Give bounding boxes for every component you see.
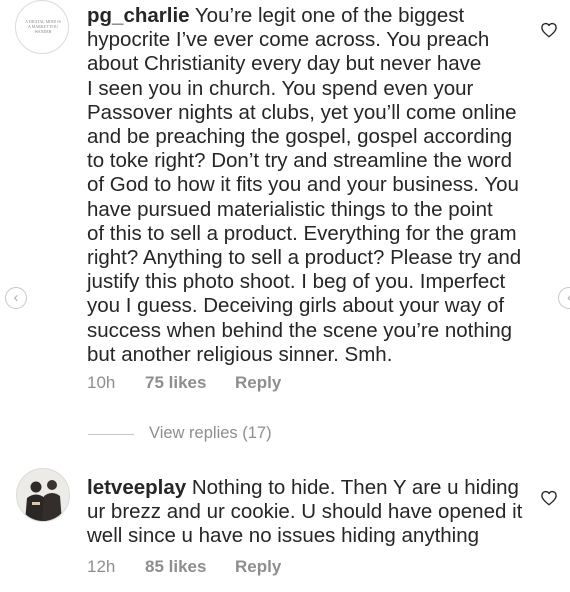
comment-line: Nothing to hide. Then Y are u hiding (186, 476, 519, 499)
username-link[interactable]: letveeplay (87, 476, 186, 499)
comment-line: you I guess. Deceiving girls about your … (87, 294, 505, 318)
heart-outline-icon[interactable] (540, 489, 558, 507)
comment-letveeplay: letveeplay Nothing to hide. Then Y are u… (0, 465, 570, 592)
avatar[interactable] (16, 468, 70, 522)
comment-line: I seen you in church. You spend even you… (87, 76, 474, 100)
comment-line: ur brezz and ur cookie. U should have op… (87, 500, 523, 524)
avatar-photo (17, 469, 69, 521)
username-link[interactable]: pg_charlie (87, 4, 190, 27)
likes-count[interactable]: 75 likes (145, 373, 206, 393)
comment-pg-charlie: A DIGITAL MIND IS A MARKET YOU WANDER pg… (0, 0, 570, 400)
view-replies-button[interactable]: View replies (17) (88, 424, 328, 444)
comment-meta: 12h 85 likes Reply (87, 557, 387, 579)
likes-count[interactable]: 85 likes (145, 557, 206, 577)
comment-meta: 10h 75 likes Reply (87, 373, 387, 395)
comment-line: Passover nights at clubs, yet you’ll com… (87, 100, 517, 124)
comment-line: well since u have no issues hiding anyth… (87, 524, 480, 548)
comment-line: but another religious sinner. Smh. (87, 342, 393, 366)
avatar[interactable]: A DIGITAL MIND IS A MARKET YOU WANDER (15, 0, 69, 54)
comment-line: have pursued materialistic things to the… (87, 197, 493, 221)
heart-outline-icon[interactable] (540, 21, 558, 39)
comment-line: of this to sell a product. Everything fo… (87, 221, 517, 245)
comment-line: justify this photo shoot. I beg of you. … (87, 270, 506, 294)
comment-text: letveeplay Nothing to hide. Then Y are u… (87, 476, 522, 549)
timestamp: 10h (87, 373, 116, 392)
comment-line: hypocrite I’ve ever come across. You pre… (87, 28, 490, 52)
comment-line: of God to how it fits you and your busin… (87, 173, 519, 197)
view-replies-label: View replies (17) (149, 424, 272, 442)
comment-line: right? Anything to sell a product? Pleas… (87, 246, 522, 270)
timestamp: 12h (87, 557, 116, 576)
reply-button[interactable]: Reply (235, 373, 281, 393)
reply-button[interactable]: Reply (235, 557, 281, 577)
avatar-logo-text: A DIGITAL MIND IS A MARKET YOU WANDER (25, 19, 61, 34)
comment-text: pg_charlie You’re legit one of the bigge… (87, 4, 521, 367)
comment-line: to toke right? Don’t try and streamline … (87, 149, 513, 173)
comment-line: about Christianity every day but never h… (87, 52, 482, 76)
comment-line: You’re legit one of the biggest (189, 4, 465, 27)
comment-line: and be preaching the gospel, gospel acco… (87, 125, 513, 149)
replies-divider (88, 434, 134, 435)
comment-line: success when behind the scene you’re not… (87, 318, 513, 342)
